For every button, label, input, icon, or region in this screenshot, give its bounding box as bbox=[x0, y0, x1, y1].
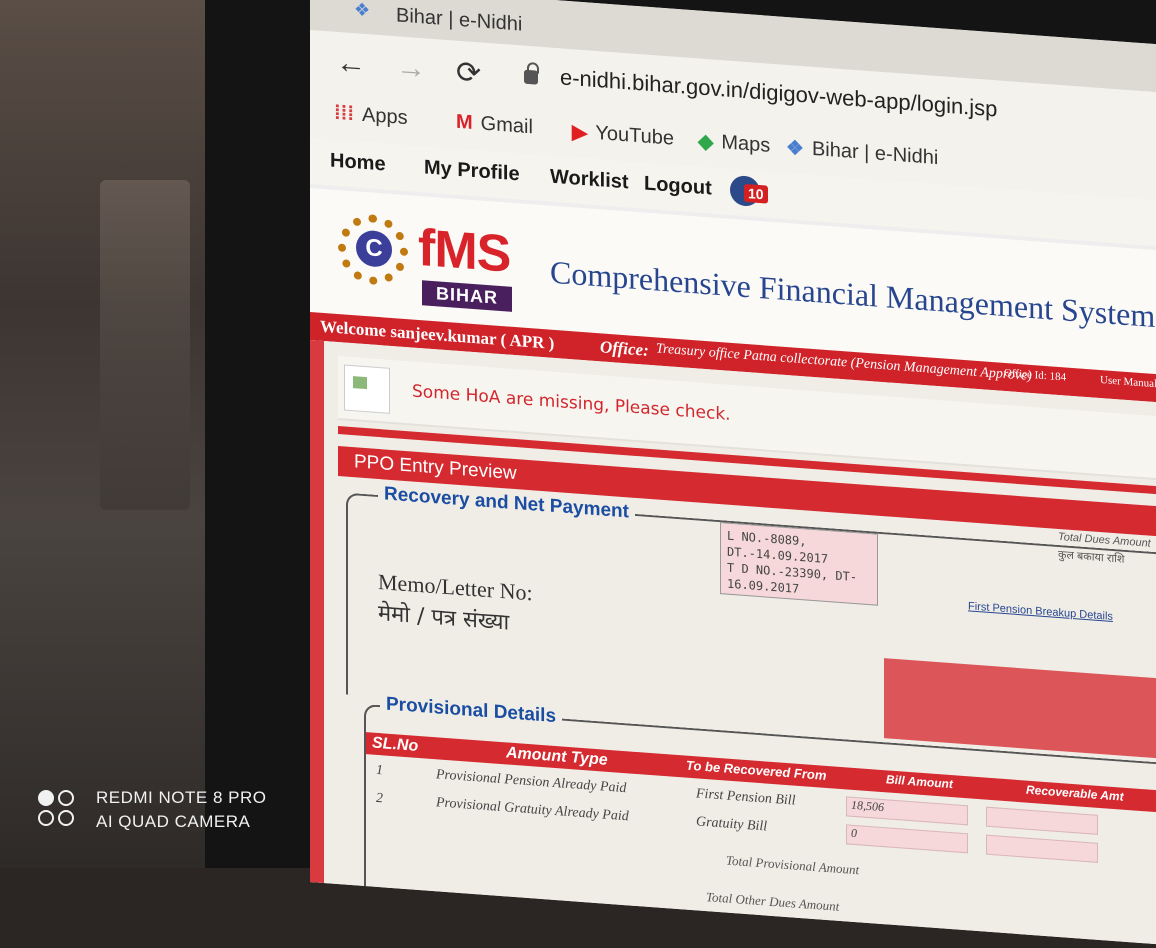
site-title: Comprehensive Financial Management Syste… bbox=[550, 253, 1156, 335]
row-from: First Pension Bill bbox=[696, 786, 796, 809]
col-recovered-from: To be Recovered From bbox=[686, 757, 827, 783]
total-provisional-label: Total Provisional Amount bbox=[726, 852, 860, 878]
reload-icon[interactable]: ⟳ bbox=[456, 55, 481, 92]
total-other-dues-label: Total Other Dues Amount bbox=[706, 889, 840, 914]
browser-window: ❖ Bihar | e-Nidhi × + ← → ⟳ e-nidhi.biha… bbox=[310, 0, 1156, 948]
bill-amount-input[interactable]: 18,506 bbox=[846, 796, 968, 826]
nav-home[interactable]: Home bbox=[330, 149, 386, 176]
tab-title[interactable]: Bihar | e-Nidhi bbox=[396, 4, 522, 36]
bookmark-label: Maps bbox=[721, 131, 771, 157]
office-label: Office: bbox=[600, 337, 649, 360]
notification-count: 10 bbox=[744, 183, 768, 204]
bookmark-label: Apps bbox=[361, 103, 408, 130]
enidhi-favicon-icon: ❖ bbox=[354, 0, 371, 21]
apps-grid-icon: ⁞⁞⁞ bbox=[334, 101, 354, 126]
lock-icon bbox=[524, 69, 538, 85]
bookmark-gmail[interactable]: M Gmail bbox=[456, 111, 533, 140]
gmail-icon: M bbox=[456, 110, 473, 134]
watermark-line1: REDMI NOTE 8 PRO bbox=[96, 788, 267, 807]
main-content: Some HoA are missing, Please check. PPO … bbox=[310, 340, 1156, 948]
cfms-logo-text: fMS bbox=[418, 218, 511, 284]
back-arrow-icon[interactable]: ← bbox=[336, 46, 366, 82]
cfms-logo-state: BIHAR bbox=[422, 280, 512, 312]
user-manual-link[interactable]: User Manual bbox=[1100, 374, 1156, 390]
bookmark-youtube[interactable]: ▶ YouTube bbox=[572, 119, 674, 151]
col-sl: SL.No bbox=[372, 734, 419, 755]
nav-my-profile[interactable]: My Profile bbox=[424, 156, 520, 186]
youtube-icon: ▶ bbox=[572, 121, 588, 145]
bookmark-label: Gmail bbox=[480, 112, 533, 139]
bookmark-label: Bihar | e-Nidhi bbox=[811, 137, 939, 170]
row-sl: 1 bbox=[376, 762, 383, 779]
bookmark-apps[interactable]: ⁞⁞⁞ Apps bbox=[334, 102, 408, 130]
forward-arrow-icon[interactable]: → bbox=[396, 50, 426, 86]
camera-logo-icon bbox=[38, 790, 80, 830]
broken-image-icon bbox=[344, 364, 390, 414]
watermark-line2: AI QUAD CAMERA bbox=[96, 812, 251, 831]
bookmark-maps[interactable]: ◆ Maps bbox=[698, 128, 770, 158]
nav-worklist[interactable]: Worklist bbox=[550, 166, 629, 195]
background-room bbox=[0, 0, 215, 868]
row-from: Gratuity Bill bbox=[696, 814, 768, 835]
row-sl: 2 bbox=[376, 790, 383, 807]
nav-logout[interactable]: Logout bbox=[644, 173, 712, 201]
total-dues-hindi: कुल बकाया राशि bbox=[1058, 548, 1125, 566]
col-amount-type: Amount Type bbox=[506, 744, 608, 769]
enidhi-favicon-icon: ❖ bbox=[786, 136, 804, 161]
recoverable-input[interactable] bbox=[986, 806, 1098, 835]
bookmark-enidhi[interactable]: ❖ Bihar | e-Nidhi bbox=[786, 135, 938, 171]
pension-breakup-link[interactable]: First Pension Breakup Details bbox=[968, 600, 1113, 623]
bill-amount-input[interactable]: 0 bbox=[846, 824, 968, 854]
col-recoverable: Recoverable Amt bbox=[1026, 782, 1124, 804]
bookmark-label: YouTube bbox=[595, 121, 674, 150]
col-bill-amount: Bill Amount bbox=[886, 772, 953, 792]
maps-icon: ◆ bbox=[698, 130, 714, 154]
alert-message: Some HoA are missing, Please check. bbox=[412, 381, 731, 425]
recoverable-input[interactable] bbox=[986, 834, 1098, 863]
memo-textarea[interactable]: L NO.-8089, DT.-14.09.2017 T D NO.-23390… bbox=[720, 522, 878, 606]
